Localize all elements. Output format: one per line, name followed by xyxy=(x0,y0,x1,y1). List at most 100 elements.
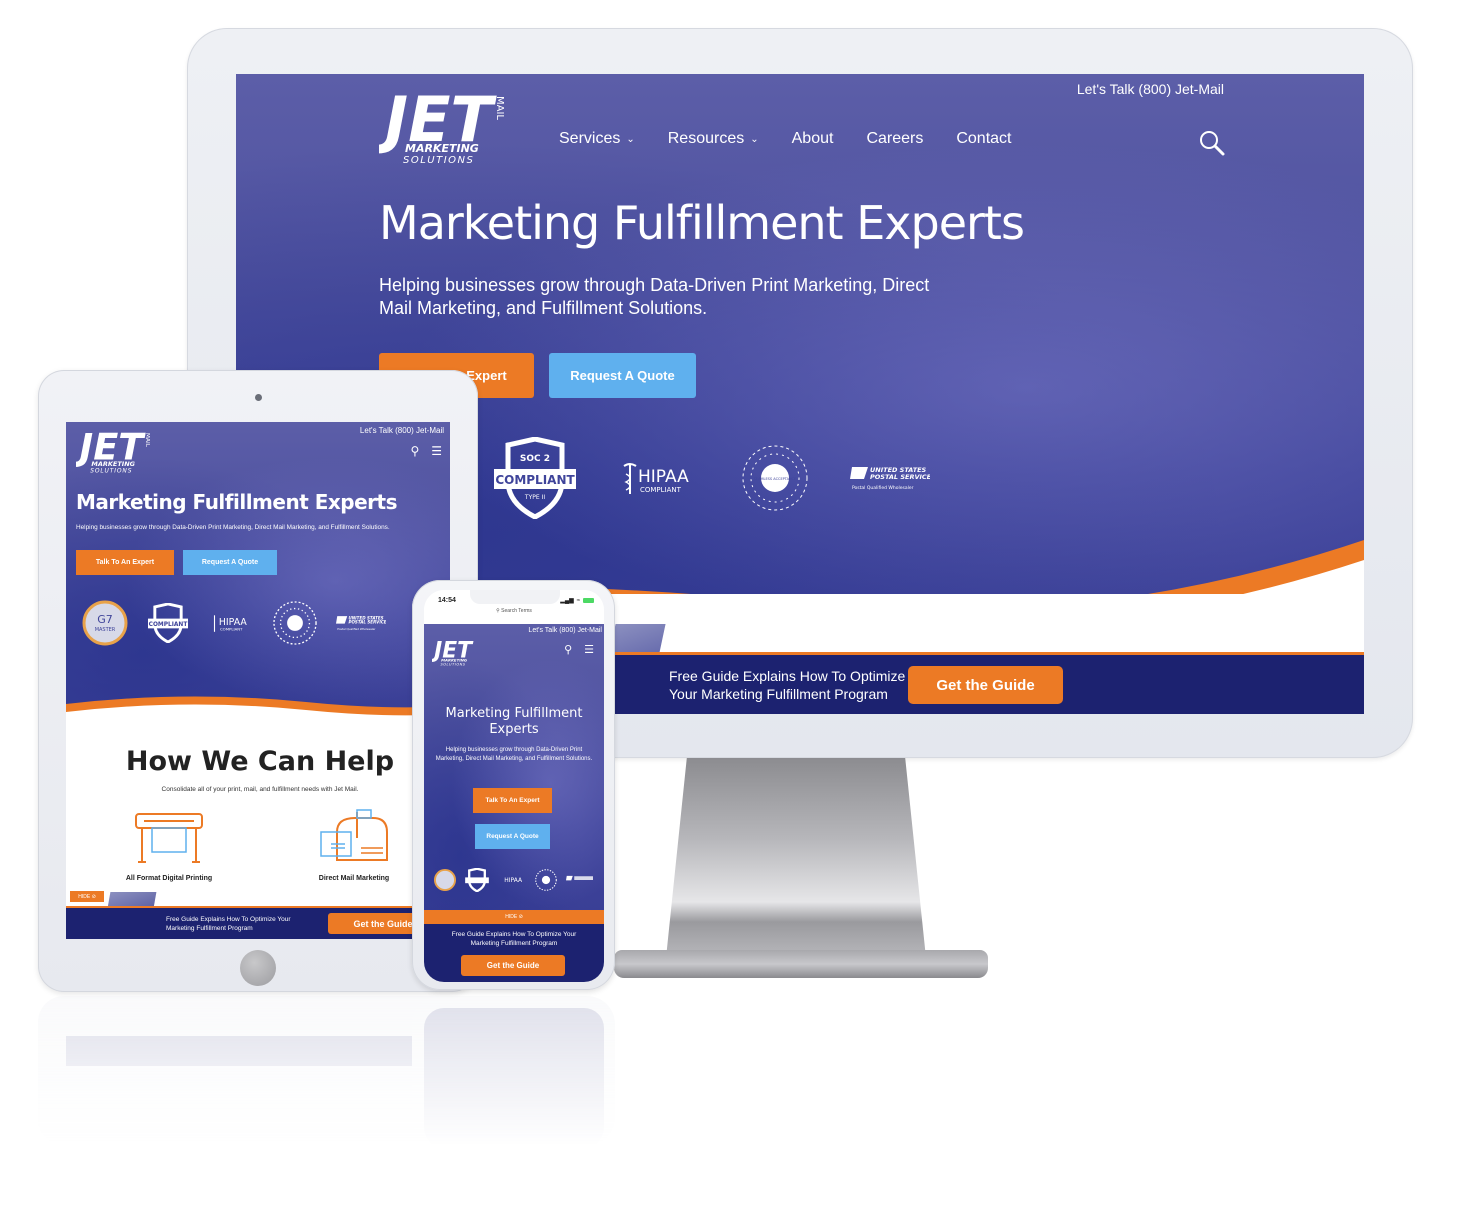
svg-text:SOLUTIONS: SOLUTIONS xyxy=(440,662,465,666)
service-card-digital-printing[interactable]: All Format Digital Printing xyxy=(114,808,224,882)
g7-master-badge-icon: G7 MASTER xyxy=(82,600,128,646)
g7-master-badge-icon xyxy=(434,869,456,891)
logo-line2: SOLUTIONS xyxy=(403,155,474,164)
svg-text:COMPLIANT: COMPLIANT xyxy=(640,486,682,494)
orange-wave-divider xyxy=(66,696,450,724)
usps-badge-icon xyxy=(566,875,593,881)
phone-contact-link[interactable]: Let's Talk (800) Jet-Mail xyxy=(360,426,444,435)
hamburger-menu-icon[interactable]: ☰ xyxy=(584,643,594,656)
jet-mail-logo[interactable]: JET MARKETING SOLUTIONS xyxy=(432,638,476,666)
guide-banner-text: Free Guide Explains How To Optimize Your… xyxy=(669,668,906,702)
get-the-guide-button[interactable]: Get the Guide xyxy=(908,666,1063,704)
soc2-badge-icon: COMPLIANT xyxy=(148,603,188,643)
svg-text:HIPAA: HIPAA xyxy=(504,877,523,884)
printer-icon xyxy=(135,813,203,863)
phone-notch xyxy=(470,590,560,604)
usps-badge-icon: UNITED STATES POSTAL SERVICE Postal Qual… xyxy=(850,466,930,491)
request-quote-button[interactable]: Request A Quote xyxy=(549,353,696,398)
signal-icon: ▂▄▆ xyxy=(560,598,574,604)
seamless-acceptance-badge-icon: SEAMLESS ACCEPTANCE xyxy=(742,445,808,511)
phone-header-icons: ⚲ ☰ xyxy=(564,643,594,656)
how-we-can-help-subtitle: Consolidate all of your print, mail, and… xyxy=(161,786,359,793)
svg-text:SOLUTIONS: SOLUTIONS xyxy=(90,468,132,474)
how-we-can-help-title: How We Can Help xyxy=(125,746,395,777)
search-icon[interactable]: ⚲ xyxy=(410,444,419,458)
status-icons: ▂▄▆ ≈ xyxy=(560,597,594,604)
battery-icon xyxy=(583,598,594,603)
phone-hero-section: Let's Talk (800) Jet-Mail JET MARKETING … xyxy=(424,624,604,914)
hero-title: Marketing Fulfillment Experts xyxy=(76,490,398,514)
service-label: Direct Mail Marketing xyxy=(318,875,390,882)
request-quote-button[interactable]: Request A Quote xyxy=(475,824,550,849)
nav-item-about[interactable]: About xyxy=(792,130,834,148)
phone-screen: 14:54 ▂▄▆ ≈ ⚲ Search Terms Let's Talk (8… xyxy=(424,590,604,982)
nav-item-careers[interactable]: Careers xyxy=(866,130,923,148)
svg-text:Postal Qualified Wholesaler: Postal Qualified Wholesaler xyxy=(337,627,376,631)
chevron-down-icon: ⌄ xyxy=(750,133,759,145)
talk-to-expert-button[interactable]: Talk To An Expert xyxy=(473,788,552,813)
monitor-stand-base xyxy=(614,950,988,978)
svg-text:POSTAL SERVICE: POSTAL SERVICE xyxy=(349,620,387,625)
svg-text:Postal Qualified Wholesaler: Postal Qualified Wholesaler xyxy=(852,485,914,491)
mailbox-icon xyxy=(320,809,388,861)
svg-text:G7: G7 xyxy=(97,613,113,626)
eye-slash-icon: ⊘ xyxy=(518,914,523,920)
svg-text:MASTER: MASTER xyxy=(95,627,116,633)
monitor-stand xyxy=(666,758,926,958)
talk-to-expert-button[interactable]: Talk To An Expert xyxy=(76,550,174,575)
phone-contact-link[interactable]: Let's Talk (800) Jet-Mail xyxy=(1077,81,1224,97)
logo-line1: MARKETING xyxy=(405,142,479,155)
hipaa-badge-icon: HIPAA COMPLIANT xyxy=(623,463,689,494)
guide-banner-text: Free Guide Explains How To Optimize Your… xyxy=(451,931,577,947)
tablet-header-icons: ⚲ ☰ xyxy=(410,444,442,458)
certification-badges: SOC 2 COMPLIANT TYPE II HIPAA COMPLIANT … xyxy=(490,437,930,519)
wifi-icon: ≈ xyxy=(576,597,580,604)
hipaa-badge-icon: HIPAA xyxy=(504,877,523,884)
hamburger-menu-icon[interactable]: ☰ xyxy=(431,444,442,458)
status-time: 14:54 xyxy=(438,597,456,604)
nav-item-resources[interactable]: Resources ⌄ xyxy=(668,130,759,148)
hide-banner-button[interactable]: HIDE ⊘ xyxy=(70,891,104,902)
phone-status-bar: 14:54 ▂▄▆ ≈ ⚲ Search Terms xyxy=(424,590,604,624)
hero-subtitle: Helping businesses grow through Data-Dri… xyxy=(435,747,593,762)
guide-banner: Free Guide Explains How To Optimize Your… xyxy=(66,906,450,939)
hero-subtitle: Helping businesses grow through Data-Dri… xyxy=(76,524,390,531)
svg-text:COMPLIANT: COMPLIANT xyxy=(220,627,243,632)
device-reflection xyxy=(38,996,618,1148)
main-nav: Services ⌄ Resources ⌄ About Careers Conta… xyxy=(559,130,1011,148)
phone-contact-link[interactable]: Let's Talk (800) Jet-Mail xyxy=(528,627,602,634)
svg-text:SEAMLESS ACCEPTANCE: SEAMLESS ACCEPTANCE xyxy=(754,477,797,481)
usps-badge-icon: UNITED STATES POSTAL SERVICE Postal Qual… xyxy=(336,615,387,631)
tablet-camera xyxy=(255,394,262,401)
guide-banner: Free Guide Explains How To Optimize Your… xyxy=(424,924,604,982)
certification-badges: HIPAA xyxy=(434,868,596,892)
search-icon[interactable] xyxy=(1198,129,1226,157)
svg-text:COMPLIANT: COMPLIANT xyxy=(149,622,188,628)
search-icon: ⚲ xyxy=(496,608,500,614)
browser-url-bar[interactable]: ⚲ Search Terms xyxy=(424,608,604,614)
svg-text:MAIL: MAIL xyxy=(144,433,150,448)
jet-mail-logo[interactable]: JET MAIL MARKETING SOLUTIONS xyxy=(76,426,150,474)
service-card-direct-mail[interactable]: Direct Mail Marketing xyxy=(304,808,404,882)
hipaa-badge-icon: HIPAA COMPLIANT xyxy=(213,615,247,632)
svg-text:COMPLIANT: COMPLIANT xyxy=(495,473,575,487)
soc2-badge-icon xyxy=(465,868,489,892)
search-icon[interactable]: ⚲ xyxy=(564,643,572,656)
tablet-screen: JET MAIL MARKETING SOLUTIONS Let's Talk … xyxy=(66,422,450,939)
svg-text:POSTAL SERVICE: POSTAL SERVICE xyxy=(870,473,930,481)
phone-reflection xyxy=(412,996,615,1148)
nav-item-services[interactable]: Services ⌄ xyxy=(559,130,635,148)
svg-text:HIPAA: HIPAA xyxy=(638,467,689,487)
eye-slash-icon: ⊘ xyxy=(91,893,96,900)
hero-subtitle: Helping businesses grow through Data-Dri… xyxy=(379,275,930,318)
soc2-badge-icon: SOC 2 COMPLIANT TYPE II xyxy=(494,437,576,519)
jet-mail-logo[interactable]: JET MAIL MARKETING SOLUTIONS xyxy=(379,86,504,164)
get-the-guide-button[interactable]: Get the Guide xyxy=(461,955,565,976)
tablet-home-button[interactable] xyxy=(240,950,276,986)
request-quote-button[interactable]: Request A Quote xyxy=(183,550,277,575)
svg-text:MARKETING: MARKETING xyxy=(441,658,467,663)
chevron-down-icon: ⌄ xyxy=(626,133,635,145)
hide-banner-button[interactable]: HIDE ⊘ xyxy=(424,910,604,924)
tablet-reflection xyxy=(38,996,478,1146)
nav-item-contact[interactable]: Contact xyxy=(956,130,1011,148)
